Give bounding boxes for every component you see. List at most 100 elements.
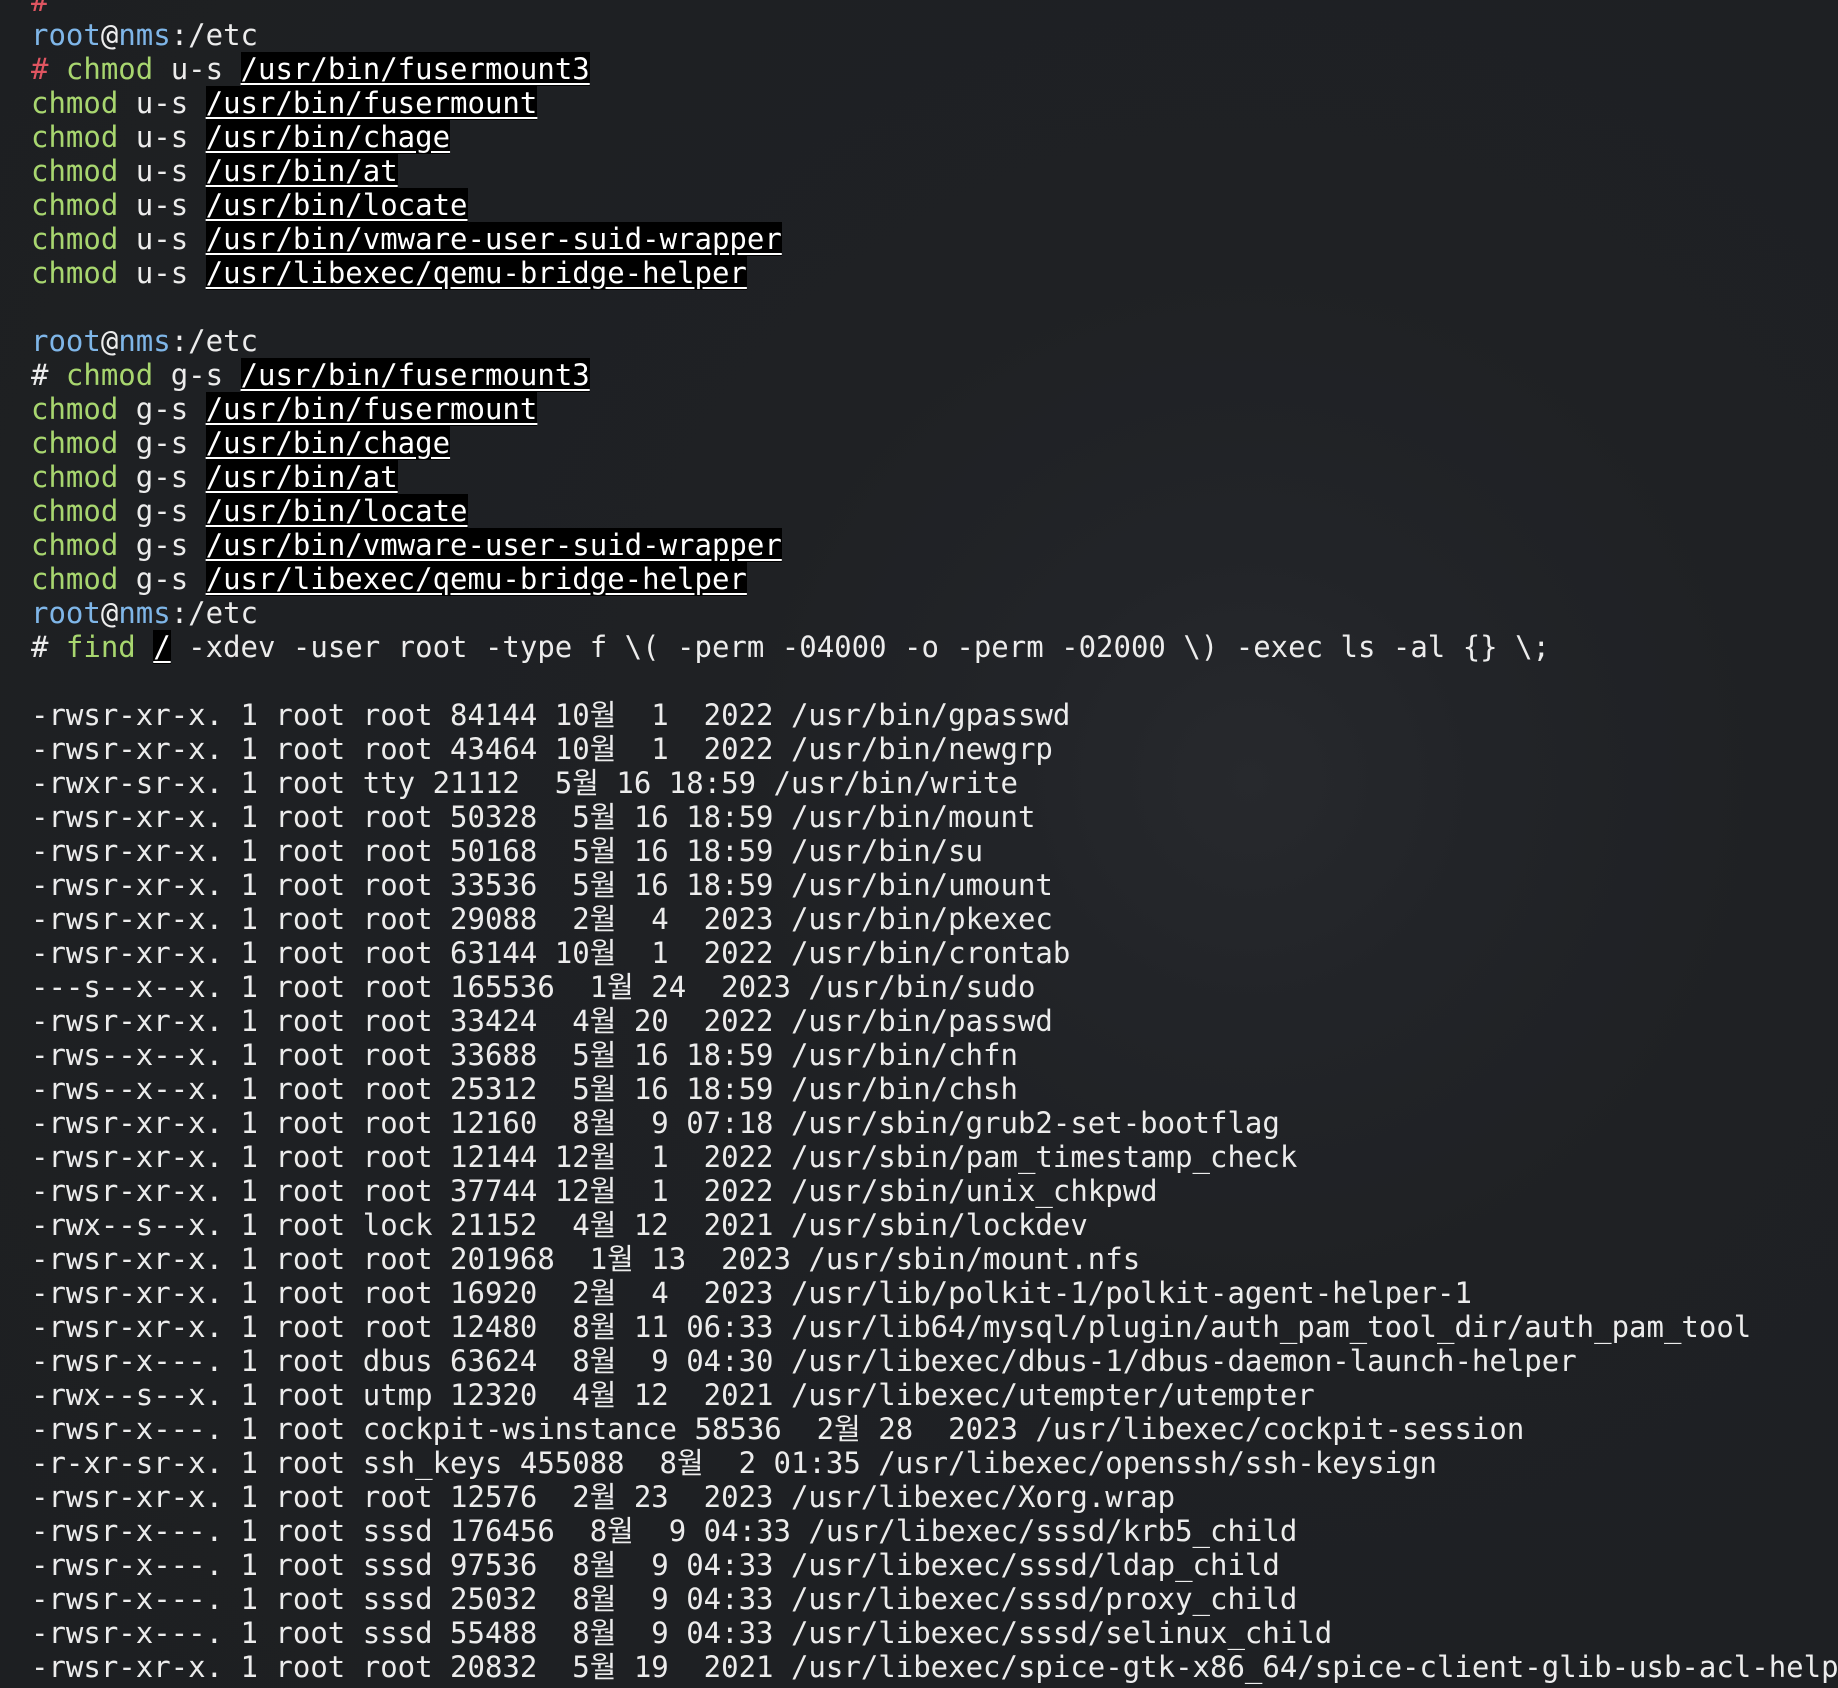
output-line: -rwsr-x---. 1 root sssd 25032 8월 9 04:33… [31, 1582, 1838, 1616]
prompt-at: @ [101, 1684, 118, 1688]
ls-entry: -rwsr-xr-x. 1 root root 37744 12월 1 2022… [31, 1174, 1158, 1208]
ls-entry: -rwsr-x---. 1 root sssd 25032 8월 9 04:33… [31, 1582, 1298, 1616]
output-line: -rwsr-xr-x. 1 root root 84144 10월 1 2022… [31, 698, 1838, 732]
output-line: -rwsr-xr-x. 1 root root 12480 8월 11 06:3… [31, 1310, 1838, 1344]
output-line: -rwsr-x---. 1 root sssd 176456 8월 9 04:3… [31, 1514, 1838, 1548]
prompt-hash: # [31, 0, 49, 18]
prompt-path: :/etc [170, 324, 259, 358]
command-line: # chmod u-s /usr/bin/fusermount3 [31, 52, 1838, 86]
command-args: g-s [118, 460, 206, 494]
prompt-user: root [31, 1684, 101, 1688]
ls-entry: -rwx--s--x. 1 root utmp 12320 4월 12 2021… [31, 1378, 1315, 1412]
ls-entry: -rwsr-xr-x. 1 root root 33536 5월 16 18:5… [31, 868, 1053, 902]
command-name: chmod [31, 460, 119, 494]
command-name: chmod [31, 154, 119, 188]
command-path: /usr/bin/at [205, 460, 398, 494]
prompt-host: nms [118, 324, 171, 358]
command-path: /usr/bin/fusermount [205, 392, 538, 426]
ls-entry: -rws--x--x. 1 root root 25312 5월 16 18:5… [31, 1072, 1018, 1106]
ls-entry: -rwsr-x---. 1 root sssd 55488 8월 9 04:33… [31, 1616, 1333, 1650]
ls-entry: -rwsr-xr-x. 1 root root 29088 2월 4 2023 … [31, 902, 1053, 936]
prompt-symbol: # [31, 52, 66, 86]
ls-entry: -rwsr-x---. 1 root cockpit-wsinstance 58… [31, 1412, 1525, 1446]
prompt-line: root@nms:/etc [31, 596, 1838, 630]
command-path: /usr/bin/at [205, 154, 398, 188]
command-line: chmod u-s /usr/bin/chage [31, 120, 1838, 154]
ls-entry: -rwsr-xr-x. 1 root root 50328 5월 16 18:5… [31, 800, 1036, 834]
prompt-line: root@nms:/etc [31, 18, 1838, 52]
command-path: /usr/bin/chage [205, 426, 451, 460]
output-line: -r-xr-sr-x. 1 root ssh_keys 455088 8월 2 … [31, 1446, 1838, 1480]
ls-entry: -rwsr-xr-x. 1 root root 16920 2월 4 2023 … [31, 1276, 1472, 1310]
command-name: chmod [31, 120, 119, 154]
prompt-at: @ [100, 324, 119, 358]
prompt-host: nms [118, 596, 171, 630]
prompt-line: root@nms:/etc [31, 1684, 1838, 1688]
output-line: -rwsr-x---. 1 root sssd 55488 8월 9 04:33… [31, 1616, 1838, 1650]
output-line: -rwsr-xr-x. 1 root root 12576 2월 23 2023… [31, 1480, 1838, 1514]
ls-entry: -rwsr-x---. 1 root dbus 63624 8월 9 04:30… [31, 1344, 1577, 1378]
output-line: -rwsr-xr-x. 1 root root 20832 5월 19 2021… [31, 1650, 1838, 1684]
output-line: -rwsr-xr-x. 1 root root 12144 12월 1 2022… [31, 1140, 1838, 1174]
command-args: u-s [118, 256, 206, 290]
command-path: /usr/bin/chage [205, 120, 451, 154]
command-args: g-s [118, 494, 206, 528]
ls-entry: -rwsr-x---. 1 root sssd 97536 8월 9 04:33… [31, 1548, 1280, 1582]
output-line: ---s--x--x. 1 root root 165536 1월 24 202… [31, 970, 1838, 1004]
command-name: chmod [31, 256, 119, 290]
command-path: /usr/bin/vmware-user-suid-wrapper [205, 528, 782, 562]
terminal-window[interactable]: # root@nms:/etc # chmod u-s /usr/bin/fuser… [0, 0, 1838, 1688]
ls-entry: -rws--x--x. 1 root root 33688 5월 16 18:5… [31, 1038, 1018, 1072]
output-line: -rwx--s--x. 1 root utmp 12320 4월 12 2021… [31, 1378, 1838, 1412]
command-args: u-s [118, 222, 206, 256]
command-args: g-s [118, 562, 206, 596]
find-command-line: # find / -xdev -user root -type f \( -pe… [31, 630, 1838, 664]
command-line: chmod u-s /usr/bin/locate [31, 188, 1838, 222]
command-space [136, 630, 153, 664]
output-line: -rwxr-sr-x. 1 root tty 21112 5월 16 18:59… [31, 766, 1838, 800]
prompt-host: nms [118, 18, 171, 52]
prompt-line: root@nms:/etc [31, 324, 1838, 358]
command-args: u-s [118, 120, 206, 154]
output-line: -rwsr-xr-x. 1 root root 50328 5월 16 18:5… [31, 800, 1838, 834]
prompt-path: :/etc [170, 596, 259, 630]
command-name: chmod [31, 562, 119, 596]
command-args: u-s [118, 188, 206, 222]
command-name: chmod [31, 494, 119, 528]
command-line: chmod u-s /usr/libexec/qemu-bridge-helpe… [31, 256, 1838, 290]
command-name: chmod [31, 426, 119, 460]
prompt-hash-line: # [31, 0, 1838, 18]
prompt-at: @ [100, 18, 119, 52]
command-path: /usr/bin/fusermount [205, 86, 538, 120]
command-line: # chmod g-s /usr/bin/fusermount3 [31, 358, 1838, 392]
output-line: -rwsr-xr-x. 1 root root 33536 5월 16 18:5… [31, 868, 1838, 902]
command-line: chmod g-s /usr/bin/locate [31, 494, 1838, 528]
prompt-symbol: # [31, 358, 66, 392]
ls-entry: -rwsr-xr-x. 1 root root 20832 5월 19 2021… [31, 1650, 1838, 1684]
command-line: chmod u-s /usr/bin/vmware-user-suid-wrap… [31, 222, 1838, 256]
ls-entry: ---s--x--x. 1 root root 165536 1월 24 202… [31, 970, 1036, 1004]
command-path: /usr/bin/fusermount3 [240, 52, 590, 86]
output-line: -rwsr-xr-x. 1 root root 50168 5월 16 18:5… [31, 834, 1838, 868]
command-line: chmod g-s /usr/libexec/qemu-bridge-helpe… [31, 562, 1838, 596]
output-line: -rwsr-x---. 1 root sssd 97536 8월 9 04:33… [31, 1548, 1838, 1582]
ls-entry: -rwx--s--x. 1 root lock 21152 4월 12 2021… [31, 1208, 1088, 1242]
command-name: chmod [65, 358, 154, 392]
ls-entry: -rwsr-xr-x. 1 root root 50168 5월 16 18:5… [31, 834, 984, 868]
command-path: /usr/bin/locate [205, 494, 468, 528]
output-line: -rwsr-x---. 1 root dbus 63624 8월 9 04:30… [31, 1344, 1838, 1378]
command-path: / [153, 630, 171, 664]
command-name: find [65, 630, 136, 664]
ls-entry: -rwsr-xr-x. 1 root root 12576 2월 23 2023… [31, 1480, 1176, 1514]
ls-entry: -rwsr-xr-x. 1 root root 12160 8월 9 07:18… [31, 1106, 1280, 1140]
ls-entry: -rwsr-xr-x. 1 root root 33424 4월 20 2022… [31, 1004, 1053, 1038]
command-name: chmod [65, 52, 154, 86]
command-line: chmod u-s /usr/bin/fusermount [31, 86, 1838, 120]
output-line: -rwsr-xr-x. 1 root root 43464 10월 1 2022… [31, 732, 1838, 766]
command-args: g-s [153, 358, 241, 392]
prompt-user: root [31, 596, 101, 630]
command-args: g-s [118, 392, 206, 426]
ls-entry: -rwxr-sr-x. 1 root tty 21112 5월 16 18:59… [31, 766, 1018, 800]
output-line: -rws--x--x. 1 root root 33688 5월 16 18:5… [31, 1038, 1838, 1072]
terminal-output: # root@nms:/etc # chmod u-s /usr/bin/fuser… [31, 0, 1838, 1688]
